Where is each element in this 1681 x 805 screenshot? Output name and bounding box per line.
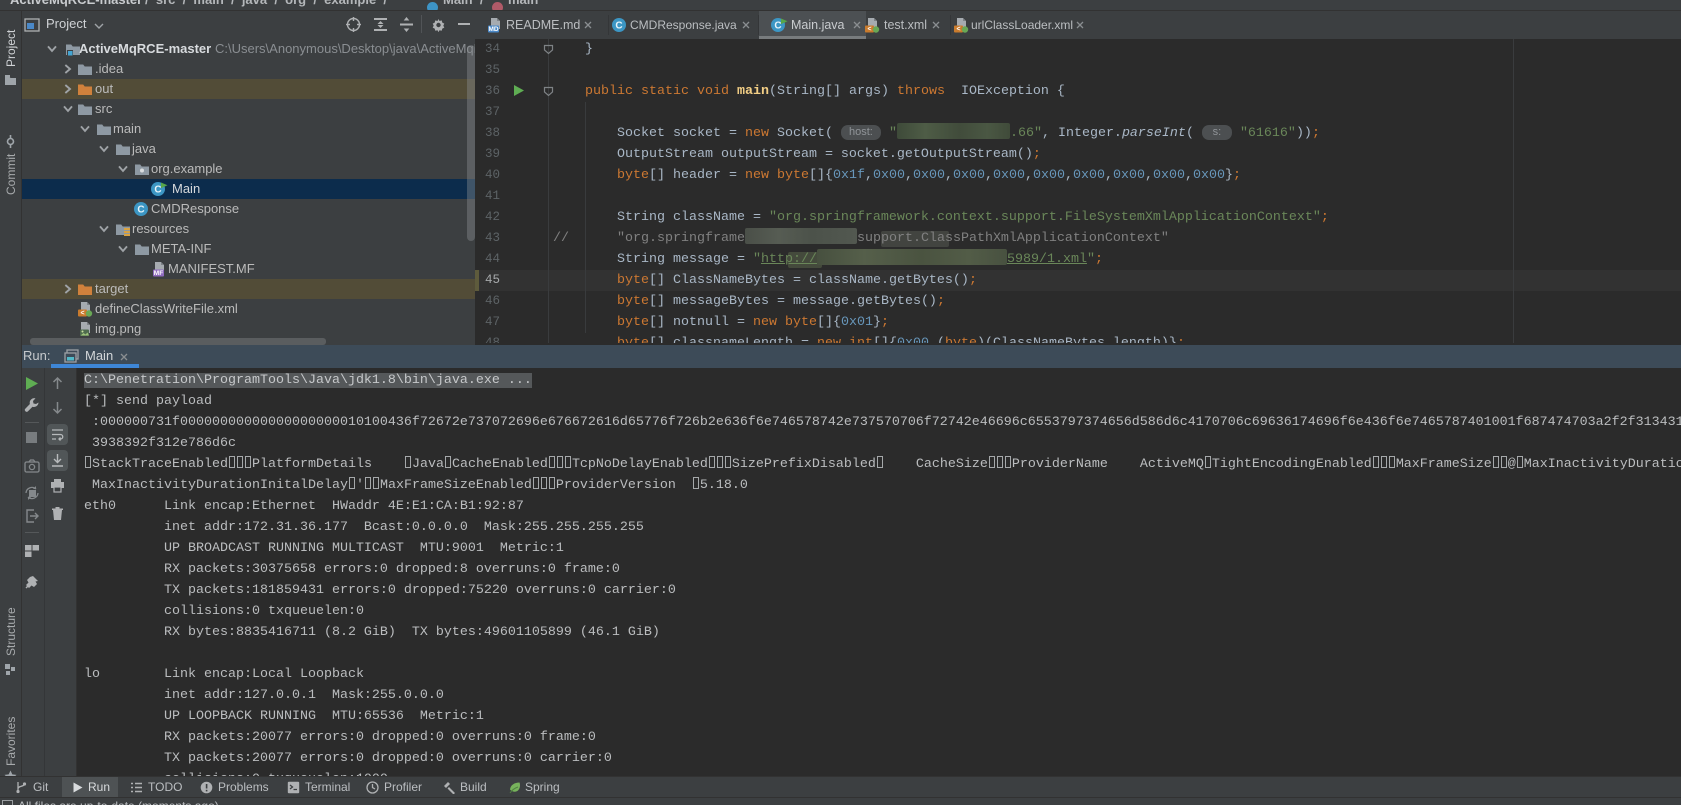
svg-text:C: C — [615, 21, 622, 32]
svg-text:<: < — [956, 26, 960, 33]
svg-text:<: < — [867, 26, 871, 33]
svg-text:MF: MF — [154, 270, 163, 277]
svg-text:<: < — [80, 310, 84, 317]
svg-text:C: C — [154, 185, 161, 196]
svg-text:C: C — [137, 205, 144, 216]
svg-text:MD: MD — [488, 26, 498, 33]
svg-text:C: C — [774, 21, 781, 32]
